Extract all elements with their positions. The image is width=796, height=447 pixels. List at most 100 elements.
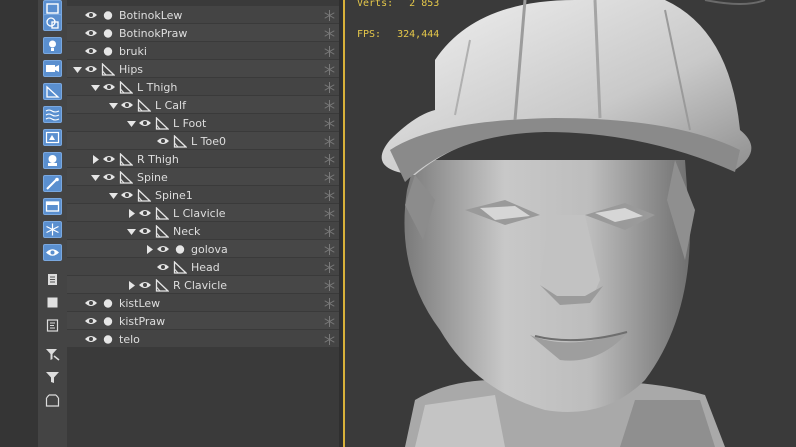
toolbar-helper-button[interactable] [43, 129, 62, 146]
visibility-eye-icon[interactable] [84, 316, 98, 326]
tree-row[interactable]: kistLew [67, 294, 339, 312]
toolbar-bone-button[interactable] [43, 83, 62, 100]
freeze-toggle-icon[interactable] [322, 80, 336, 94]
tree-node: Spine1 [108, 186, 193, 204]
toolbar-hidden-button[interactable] [43, 244, 62, 261]
freeze-toggle-icon[interactable] [322, 116, 336, 130]
expand-open-icon[interactable] [108, 190, 118, 200]
toolbar-container-toggle-button[interactable] [43, 392, 62, 409]
character-head-model[interactable] [345, 0, 796, 447]
freeze-toggle-icon[interactable] [322, 224, 336, 238]
tree-row[interactable]: R Thigh [67, 150, 339, 168]
visibility-eye-icon[interactable] [102, 154, 116, 164]
visibility-eye-icon[interactable] [120, 190, 134, 200]
tree-node: bruki [72, 42, 147, 60]
freeze-toggle-icon[interactable] [322, 26, 336, 40]
visibility-eye-icon[interactable] [84, 10, 98, 20]
visibility-eye-icon[interactable] [84, 298, 98, 308]
tree-row[interactable]: L Clavicle [67, 204, 339, 222]
freeze-toggle-icon[interactable] [322, 296, 336, 310]
properties-icon [45, 319, 60, 332]
object-name-label: bruki [119, 44, 147, 58]
expand-open-icon[interactable] [126, 226, 136, 236]
tree-node: L Clavicle [126, 204, 226, 222]
visibility-eye-icon[interactable] [84, 46, 98, 56]
toolbar-layer-button[interactable] [43, 294, 62, 311]
toolbar-group-button[interactable] [43, 198, 62, 215]
toolbar-frozen-button[interactable] [43, 221, 62, 238]
perspective-viewport[interactable]: Verts: 2 853 FPS: 324,444 [343, 0, 796, 447]
freeze-toggle-icon[interactable] [322, 62, 336, 76]
freeze-toggle-icon[interactable] [322, 314, 336, 328]
expand-open-icon[interactable] [90, 172, 100, 182]
expand-closed-icon[interactable] [144, 244, 154, 254]
visibility-eye-icon[interactable] [102, 172, 116, 182]
toolbar-filter-button[interactable] [43, 369, 62, 386]
tree-row[interactable]: L Calf [67, 96, 339, 114]
freeze-toggle-icon[interactable] [322, 188, 336, 202]
freeze-toggle-icon[interactable] [322, 278, 336, 292]
tree-row[interactable]: L Toe0 [67, 132, 339, 150]
expand-open-icon[interactable] [108, 100, 118, 110]
bone-icon [45, 85, 60, 98]
freeze-toggle-icon[interactable] [322, 170, 336, 184]
expand-closed-icon[interactable] [90, 154, 100, 164]
freeze-toggle-icon[interactable] [322, 260, 336, 274]
freeze-toggle-icon[interactable] [322, 8, 336, 22]
freeze-toggle-icon[interactable] [322, 242, 336, 256]
tree-row[interactable]: bruki [67, 42, 339, 60]
expand-closed-icon[interactable] [126, 208, 136, 218]
toolbar-xref-button[interactable] [43, 175, 62, 192]
expand-open-icon[interactable] [90, 82, 100, 92]
helper-icon [45, 131, 60, 144]
visibility-eye-icon[interactable] [138, 208, 152, 218]
tree-row[interactable]: Spine1 [67, 186, 339, 204]
tree-row[interactable]: R Clavicle [67, 276, 339, 294]
geometry-object-icon [101, 314, 115, 328]
toolbar-camera-button[interactable] [43, 60, 62, 77]
toolbar-sort-list-button[interactable] [43, 271, 62, 288]
tree-row[interactable]: Head [67, 258, 339, 276]
toolbar-properties-button[interactable] [43, 317, 62, 334]
visibility-eye-icon[interactable] [84, 334, 98, 344]
visibility-eye-icon[interactable] [120, 100, 134, 110]
freeze-toggle-icon[interactable] [322, 98, 336, 112]
visibility-eye-icon[interactable] [138, 226, 152, 236]
toolbar-geometry-button[interactable] [43, 14, 62, 31]
toolbar-filter-selected-button[interactable] [43, 346, 62, 363]
toolbar-light-button[interactable] [43, 37, 62, 54]
tree-row[interactable]: BotinokLew [67, 6, 339, 24]
tree-row[interactable]: BotinokPraw [67, 24, 339, 42]
tree-row[interactable]: L Foot [67, 114, 339, 132]
expand-closed-icon[interactable] [126, 280, 136, 290]
visibility-eye-icon[interactable] [156, 262, 170, 272]
freeze-toggle-icon[interactable] [322, 134, 336, 148]
freeze-toggle-icon[interactable] [322, 206, 336, 220]
tree-row[interactable]: L Thigh [67, 78, 339, 96]
tree-row[interactable]: Hips [67, 60, 339, 78]
tree-row[interactable]: telo [67, 330, 339, 348]
bone-object-icon [137, 98, 151, 112]
visibility-eye-icon[interactable] [102, 82, 116, 92]
toolbar-spacewarp-button[interactable] [43, 106, 62, 123]
expand-spacer [72, 316, 82, 326]
expand-spacer [144, 262, 154, 272]
object-name-label: L Toe0 [191, 134, 226, 148]
tree-row[interactable]: kistPraw [67, 312, 339, 330]
visibility-eye-icon[interactable] [156, 244, 170, 254]
toolbar-container-button[interactable] [43, 152, 62, 169]
visibility-eye-icon[interactable] [84, 28, 98, 38]
expand-open-icon[interactable] [126, 118, 136, 128]
visibility-eye-icon[interactable] [138, 280, 152, 290]
freeze-toggle-icon[interactable] [322, 152, 336, 166]
tree-node: telo [72, 330, 140, 348]
visibility-eye-icon[interactable] [156, 136, 170, 146]
visibility-eye-icon[interactable] [84, 64, 98, 74]
freeze-toggle-icon[interactable] [322, 44, 336, 58]
tree-row[interactable]: Neck [67, 222, 339, 240]
visibility-eye-icon[interactable] [138, 118, 152, 128]
tree-row[interactable]: Spine [67, 168, 339, 186]
freeze-toggle-icon[interactable] [322, 332, 336, 346]
expand-open-icon[interactable] [72, 64, 82, 74]
tree-row[interactable]: golova [67, 240, 339, 258]
